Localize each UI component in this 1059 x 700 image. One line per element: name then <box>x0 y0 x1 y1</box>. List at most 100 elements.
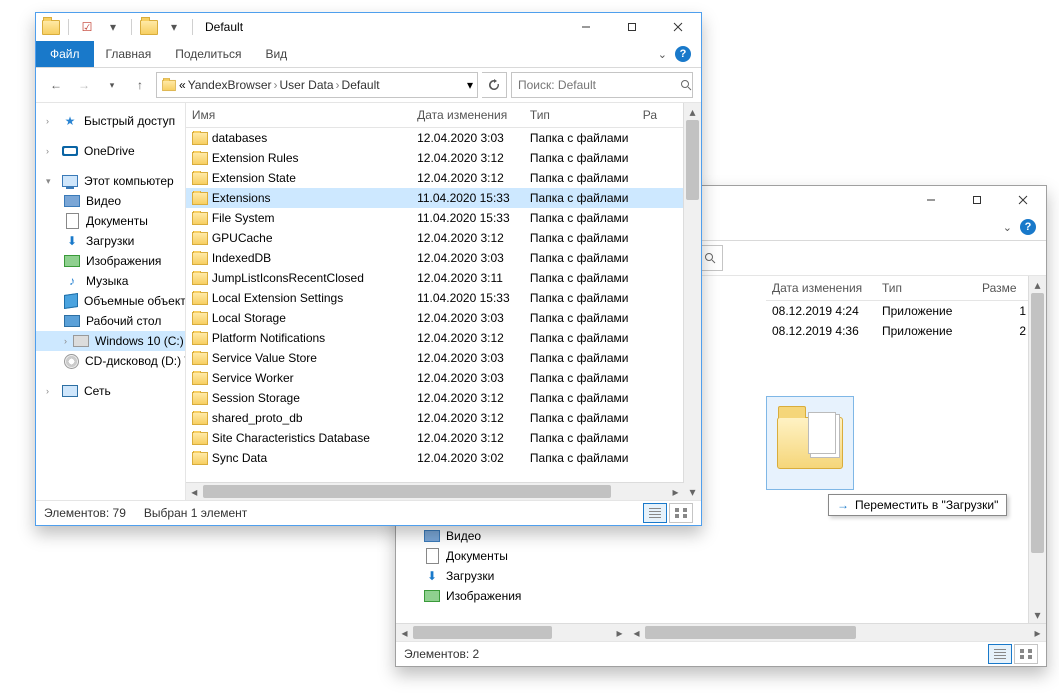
navigation-pane[interactable]: ›★Быстрый доступ ›OneDrive ▾Этот компьют… <box>36 103 186 500</box>
view-icons-button[interactable] <box>669 503 693 523</box>
help-icon[interactable]: ? <box>1020 219 1036 235</box>
table-row[interactable]: Platform Notifications12.04.2020 3:12Пап… <box>186 328 701 348</box>
list-hscroll[interactable]: ◂▸ <box>628 623 1046 641</box>
ribbon-collapse-icon[interactable]: ⌄ <box>658 48 667 61</box>
view-details-button[interactable] <box>643 503 667 523</box>
column-headers[interactable]: Имя Дата изменения Тип Ра <box>186 103 701 128</box>
col-date[interactable]: Дата изменения <box>411 108 524 122</box>
nav-drive-d[interactable]: CD-дисковод (D:) V <box>36 351 185 371</box>
breadcrumb-bar[interactable]: « YandexBrowser› User Data› Default ▾ <box>156 72 478 98</box>
column-headers[interactable]: Дата изменения Тип Разме <box>766 276 1046 301</box>
view-details-button[interactable] <box>988 644 1012 664</box>
nav-forward-button[interactable]: → <box>72 73 96 97</box>
nav-3d-objects[interactable]: Объемные объекты <box>36 291 185 311</box>
explorer-window-default[interactable]: ☑ ▾ ▾ Default Файл Главная Поделиться Ви… <box>35 12 702 526</box>
minimize-button[interactable] <box>563 13 609 41</box>
crumb-default[interactable]: Default <box>342 78 380 92</box>
table-row[interactable]: Service Worker12.04.2020 3:03Папка с фай… <box>186 368 701 388</box>
titlebar[interactable]: ☑ ▾ ▾ Default <box>36 13 701 41</box>
nav-downloads[interactable]: ⬇Загрузки <box>396 566 616 586</box>
nav-downloads[interactable]: ⬇Загрузки <box>36 231 185 251</box>
help-icon[interactable]: ? <box>675 46 691 62</box>
nav-desktop[interactable]: Рабочий стол <box>36 311 185 331</box>
scroll-down-icon[interactable]: ▾ <box>1029 606 1046 623</box>
table-row[interactable]: Extension Rules12.04.2020 3:12Папка с фа… <box>186 148 701 168</box>
nav-drive-c[interactable]: ›Windows 10 (C:) <box>36 331 185 351</box>
search-input[interactable] <box>512 78 679 92</box>
table-row[interactable]: JumpListIconsRecentClosed12.04.2020 3:11… <box>186 268 701 288</box>
table-row[interactable]: databases12.04.2020 3:03Папка с файлами <box>186 128 701 148</box>
nav-back-button[interactable]: ← <box>44 73 68 97</box>
qat-new-folder-icon[interactable] <box>140 20 158 35</box>
nav-music[interactable]: ♪Музыка <box>36 271 185 291</box>
table-row[interactable]: Site Characteristics Database12.04.2020 … <box>186 428 701 448</box>
table-row[interactable]: Local Extension Settings11.04.2020 15:33… <box>186 288 701 308</box>
list-hscroll[interactable]: ◂▸ <box>186 482 684 500</box>
col-date[interactable]: Дата изменения <box>766 281 876 295</box>
view-icons-button[interactable] <box>1014 644 1038 664</box>
scroll-up-icon[interactable]: ▴ <box>1029 276 1046 293</box>
close-button[interactable] <box>655 13 701 41</box>
search-box[interactable] <box>511 72 693 98</box>
nav-this-pc[interactable]: ▾Этот компьютер <box>36 171 185 191</box>
ribbon-collapse-icon[interactable]: ⌄ <box>1003 221 1012 234</box>
scroll-down-icon[interactable]: ▾ <box>684 483 701 500</box>
breadcrumb-root-icon[interactable] <box>162 79 176 90</box>
table-row[interactable]: 08.12.2019 4:24Приложение1 <box>766 301 1046 321</box>
nav-videos[interactable]: Видео <box>396 526 616 546</box>
col-size[interactable]: Разме <box>976 281 1026 295</box>
scroll-up-icon[interactable]: ▴ <box>684 103 701 120</box>
table-row[interactable]: Extension State12.04.2020 3:12Папка с фа… <box>186 168 701 188</box>
refresh-button[interactable] <box>482 72 507 98</box>
table-row[interactable]: Service Value Store12.04.2020 3:03Папка … <box>186 348 701 368</box>
qat-properties-icon[interactable]: ☑ <box>77 17 97 37</box>
table-row[interactable]: Local Storage12.04.2020 3:03Папка с файл… <box>186 308 701 328</box>
crumb-userdata[interactable]: User Data› <box>280 78 340 92</box>
nav-pictures[interactable]: Изображения <box>396 586 616 606</box>
nav-quick-access[interactable]: ›★Быстрый доступ <box>36 111 185 131</box>
qat-customize-icon[interactable]: ▾ <box>103 17 123 37</box>
table-row[interactable]: Session Storage12.04.2020 3:12Папка с фа… <box>186 388 701 408</box>
scroll-thumb[interactable] <box>1031 293 1044 553</box>
nav-videos[interactable]: Видео <box>36 191 185 211</box>
table-row[interactable]: shared_proto_db12.04.2020 3:12Папка с фа… <box>186 408 701 428</box>
scroll-thumb[interactable] <box>686 120 699 200</box>
tab-file[interactable]: Файл <box>36 41 94 67</box>
chevron-down-icon[interactable]: ▾ <box>467 78 473 92</box>
nav-pictures[interactable]: Изображения <box>36 251 185 271</box>
table-row[interactable]: 08.12.2019 4:36Приложение2 <box>766 321 1046 341</box>
vertical-scrollbar[interactable]: ▴ ▾ <box>1028 276 1046 623</box>
table-row[interactable]: IndexedDB12.04.2020 3:03Папка с файлами <box>186 248 701 268</box>
nav-documents[interactable]: Документы <box>396 546 616 566</box>
tab-home[interactable]: Главная <box>94 41 164 67</box>
crumb-yandexbrowser[interactable]: YandexBrowser› <box>188 78 278 92</box>
table-row[interactable]: Sync Data12.04.2020 3:02Папка с файлами <box>186 448 701 468</box>
chevron-icon[interactable]: « <box>179 78 186 92</box>
folder-icon <box>192 212 208 225</box>
qat-dropdown-icon[interactable]: ▾ <box>164 17 184 37</box>
col-type[interactable]: Тип <box>876 281 976 295</box>
nav-hscroll[interactable]: ◂▸ <box>396 623 628 641</box>
nav-up-button[interactable]: ↑ <box>128 73 152 97</box>
close-button[interactable] <box>1000 186 1046 214</box>
nav-onedrive[interactable]: ›OneDrive <box>36 141 185 161</box>
maximize-button[interactable] <box>609 13 655 41</box>
folder-icon <box>192 172 208 185</box>
nav-network[interactable]: ›Сеть <box>36 381 185 401</box>
col-name[interactable]: Имя <box>186 108 411 122</box>
cell-name: Extensions <box>212 191 271 205</box>
search-icon[interactable] <box>679 73 692 97</box>
col-size[interactable]: Ра <box>637 108 684 122</box>
minimize-button[interactable] <box>908 186 954 214</box>
tab-view[interactable]: Вид <box>253 41 299 67</box>
maximize-button[interactable] <box>954 186 1000 214</box>
status-selection: Выбран 1 элемент <box>144 506 247 520</box>
nav-recent-button[interactable]: ▾ <box>100 73 124 97</box>
tab-share[interactable]: Поделиться <box>163 41 253 67</box>
table-row[interactable]: Extensions11.04.2020 15:33Папка с файлам… <box>186 188 701 208</box>
col-type[interactable]: Тип <box>524 108 637 122</box>
table-row[interactable]: File System11.04.2020 15:33Папка с файла… <box>186 208 701 228</box>
vertical-scrollbar[interactable]: ▴ ▾ <box>683 103 701 500</box>
table-row[interactable]: GPUCache12.04.2020 3:12Папка с файлами <box>186 228 701 248</box>
nav-documents[interactable]: Документы <box>36 211 185 231</box>
